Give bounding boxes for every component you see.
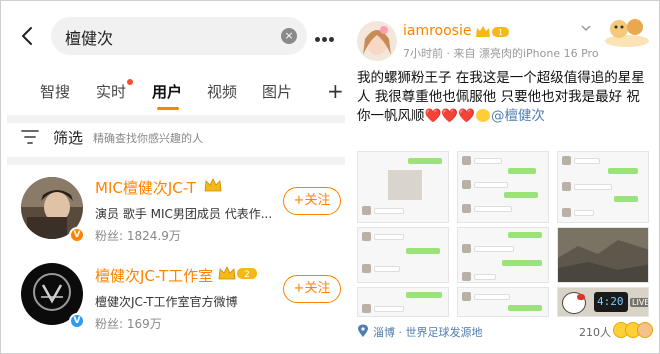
user-fans-count: 粉丝: 169万	[95, 317, 162, 331]
location-pin-icon	[358, 324, 368, 337]
filter-row[interactable]: 筛选 精确查找你感兴趣的人	[7, 123, 345, 155]
back-arrow-icon[interactable]	[17, 25, 39, 47]
add-tab-icon[interactable]: +	[327, 79, 344, 103]
chat-screenshot-thumbnail[interactable]	[457, 151, 549, 223]
weibo-post: iamroosie 1 7小时前 · 来自 漂亮肉的iPhone 16 Pro …	[351, 7, 655, 349]
user-fans-count: 粉丝: 1824.9万	[95, 229, 181, 243]
user-result-item[interactable]: V 檀健次JC-T工作室 2 檀健次JC-T工作室官方微博 粉丝: 169万 +…	[7, 257, 345, 347]
image-grid: 4:20 LIVE	[357, 151, 653, 317]
post-author-name[interactable]: iamroosie	[403, 23, 471, 39]
search-tabs: 智搜 实时 用户 视频 图片 +	[7, 79, 345, 115]
tab-users[interactable]: 用户	[152, 81, 182, 102]
filter-icon	[21, 130, 39, 144]
user-description: 演员 歌手 MIC男团成员 代表作...	[95, 207, 273, 221]
reaction-count[interactable]: 210人	[579, 324, 611, 340]
heart-emoji: ❤️❤️❤️	[424, 108, 475, 124]
chat-screenshot-thumbnail[interactable]	[357, 287, 449, 317]
svg-text:1: 1	[498, 28, 503, 37]
post-footer: 淄博 · 世界足球发源地 210人	[357, 321, 653, 343]
tab-video[interactable]: 视频	[207, 81, 237, 102]
hello-kitty-sticker-icon	[562, 292, 586, 314]
notification-dot	[127, 79, 133, 85]
chat-screenshot-thumbnail[interactable]	[557, 151, 649, 223]
dog-emoji-icon	[637, 322, 653, 338]
tab-realtime[interactable]: 实时	[96, 81, 126, 102]
screenshot-composite: 檀健次 × 智搜 实时 用户 视频 图片 + 筛选 精确查找你感兴趣的人 V M…	[0, 0, 660, 354]
search-results-panel: 檀健次 × 智搜 实时 用户 视频 图片 + 筛选 精确查找你感兴趣的人 V M…	[7, 7, 345, 349]
live-photo-badge: LIVE	[630, 298, 648, 307]
search-bar: 檀健次 ×	[7, 7, 345, 67]
verified-badge-icon: V	[69, 227, 85, 243]
chat-screenshot-thumbnail[interactable]	[357, 227, 449, 283]
user-description: 檀健次JC-T工作室官方微博	[95, 295, 238, 309]
tab-images[interactable]: 图片	[262, 81, 292, 102]
location-link[interactable]: 淄博 · 世界足球发源地	[373, 324, 483, 340]
photo-thumbnail[interactable]: 4:20 LIVE	[557, 287, 649, 317]
avatar[interactable]	[357, 21, 397, 61]
active-tab-indicator	[157, 107, 179, 110]
user-name[interactable]: 檀健次JC-T工作室	[95, 265, 213, 286]
clock-display: 4:20	[594, 292, 628, 312]
crown-icon	[204, 178, 222, 192]
svg-text:2: 2	[244, 270, 250, 280]
clear-icon[interactable]: ×	[281, 28, 297, 44]
divider	[7, 115, 345, 123]
follow-button[interactable]: +关注	[283, 275, 341, 303]
photo-placeholder	[388, 170, 422, 200]
more-options-icon[interactable]	[315, 27, 339, 42]
verified-badge-icon: V	[69, 313, 85, 329]
user-name[interactable]: MIC檀健次JC-T	[95, 177, 196, 198]
vip-level-icon: 2	[218, 266, 257, 280]
post-timestamp: 7小时前 · 来自 漂亮肉的iPhone 16 Pro	[403, 47, 599, 60]
chat-screenshot-thumbnail[interactable]	[457, 227, 549, 283]
post-text: 我的螺狮粉王子 在我这是一个超级值得追的星星人 我很尊重他也佩服他 只要他也对我…	[357, 69, 653, 126]
chevron-down-icon[interactable]	[581, 23, 591, 33]
filter-hint: 精确查找你感兴趣的人	[93, 132, 203, 145]
divider	[7, 157, 345, 165]
filter-label: 筛选	[53, 129, 84, 147]
search-input[interactable]: 檀健次 ×	[51, 17, 307, 55]
follow-button[interactable]: +关注	[283, 187, 341, 215]
crying-face-icon	[475, 109, 490, 122]
photo-thumbnail[interactable]	[557, 227, 649, 283]
chat-screenshot-thumbnail[interactable]	[357, 151, 449, 223]
user-result-item[interactable]: V MIC檀健次JC-T 演员 歌手 MIC男团成员 代表作... 粉丝: 18…	[7, 169, 345, 259]
search-query-text: 檀健次	[65, 29, 114, 48]
chat-screenshot-thumbnail[interactable]	[457, 287, 549, 317]
vip-level-icon: 1	[476, 26, 509, 37]
mention-link[interactable]: @檀健次	[491, 108, 545, 124]
tab-smart-search[interactable]: 智搜	[40, 81, 70, 102]
decoration-sticker-icon	[605, 19, 649, 47]
